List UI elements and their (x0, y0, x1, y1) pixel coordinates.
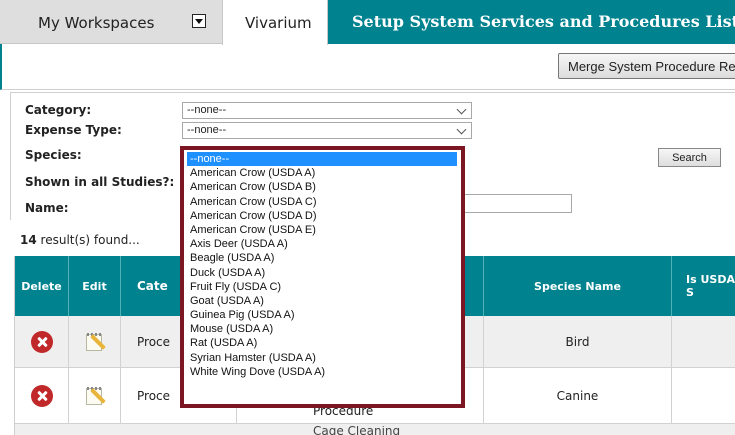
tab-vivarium[interactable]: Vivarium (222, 0, 328, 45)
species-option[interactable]: Rat (USDA A) (187, 336, 457, 350)
name-label: Name: (25, 201, 69, 215)
shown-in-all-studies-label: Shown in all Studies?: (25, 175, 175, 189)
species-option[interactable]: American Crow (USDA E) (187, 223, 457, 237)
expense-type-label: Expense Type: (25, 123, 122, 137)
edit-cell (69, 316, 121, 367)
category-select-value: --none-- (187, 104, 227, 116)
species-cell: Bird (484, 316, 672, 367)
species-option[interactable]: Beagle (USDA A) (187, 251, 457, 265)
delete-icon[interactable] (30, 384, 53, 407)
name-cell-text-partial: Cage Cleaning (313, 426, 401, 435)
edit-cell (69, 368, 121, 423)
expense-type-select[interactable]: --none-- (182, 122, 472, 139)
merge-system-procedure-button[interactable]: Merge System Procedure Re (558, 53, 735, 79)
tab-vivarium-label: Vivarium (245, 14, 312, 32)
category-label: Category: (25, 103, 92, 117)
species-option[interactable]: Syrian Hamster (USDA A) (187, 351, 457, 365)
species-option[interactable]: American Crow (USDA C) (187, 195, 457, 209)
tab-setup-services-label: Setup System Services and Procedures Lis… (352, 12, 735, 31)
results-count-text: result(s) found... (40, 233, 140, 247)
header-delete[interactable]: Delete (15, 256, 69, 316)
edit-icon[interactable] (84, 331, 106, 353)
species-option[interactable]: American Crow (USDA B) (187, 180, 457, 194)
species-dropdown-list[interactable]: --none-- American Crow (USDA A) American… (180, 146, 465, 408)
species-option[interactable]: Duck (USDA A) (187, 266, 457, 280)
species-option[interactable]: Guinea Pig (USDA A) (187, 308, 457, 322)
species-option[interactable]: American Crow (USDA A) (187, 166, 457, 180)
results-count-number: 14 (20, 233, 37, 247)
species-option[interactable]: White Wing Dove (USDA A) (187, 365, 457, 379)
species-option[interactable]: Fruit Fly (USDA C) (187, 280, 457, 294)
tab-setup-services[interactable]: Setup System Services and Procedures Lis… (328, 0, 735, 44)
species-option[interactable]: American Crow (USDA D) (187, 209, 457, 223)
usda-cell (672, 368, 735, 423)
species-option[interactable]: Axis Deer (USDA A) (187, 237, 457, 251)
tab-my-workspaces-label: My Workspaces (38, 14, 155, 32)
top-tab-bar: My Workspaces Vivarium Setup System Serv… (0, 0, 735, 45)
search-button[interactable]: Search (658, 148, 721, 167)
tab-my-workspaces[interactable]: My Workspaces (0, 0, 222, 44)
usda-cell (672, 316, 735, 367)
edit-icon[interactable] (84, 385, 106, 407)
header-edit[interactable]: Edit (69, 256, 121, 316)
species-cell: Canine (484, 368, 672, 423)
species-label: Species: (25, 148, 82, 162)
header-is-usda[interactable]: Is USDA S (672, 256, 735, 316)
chevron-down-icon (456, 124, 467, 135)
delete-cell (15, 368, 69, 423)
species-option[interactable]: Mouse (USDA A) (187, 322, 457, 336)
species-option[interactable]: Goat (USDA A) (187, 294, 457, 308)
species-option[interactable]: --none-- (187, 152, 457, 167)
workspaces-dropdown-icon[interactable] (192, 14, 206, 28)
delete-icon[interactable] (30, 330, 53, 353)
delete-cell (15, 316, 69, 367)
results-count: 14 result(s) found... (20, 233, 140, 247)
expense-type-select-value: --none-- (187, 124, 227, 136)
toolbar: Merge System Procedure Re (0, 44, 735, 90)
header-species-name[interactable]: Species Name (484, 256, 672, 316)
chevron-down-icon (456, 104, 467, 115)
category-select[interactable]: --none-- (182, 102, 472, 119)
